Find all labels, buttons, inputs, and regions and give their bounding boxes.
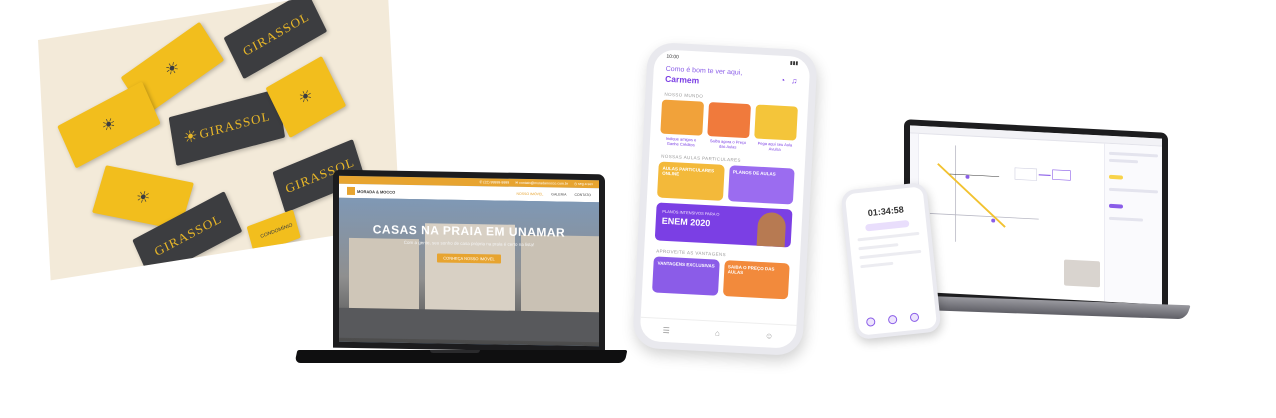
list-line	[859, 249, 922, 260]
sun-icon: ☀	[161, 56, 184, 81]
panel-line	[1109, 158, 1139, 164]
home-icon[interactable]: ⌂	[715, 329, 720, 338]
hero-image	[339, 197, 599, 347]
header-icons[interactable]: ◔ ♫	[780, 76, 800, 86]
tile-image	[660, 99, 705, 136]
bottom-nav: ☰ ⌂ ☺	[639, 316, 797, 349]
nav-dot-icon[interactable]	[887, 314, 898, 325]
list-line	[858, 243, 899, 251]
hero-subtitle: Com a gente, seu sonho de casa própria n…	[403, 239, 535, 248]
color-chip[interactable]	[1109, 174, 1123, 180]
promo-tile[interactable]: Indique amigos e Ganhe Créditos	[660, 99, 705, 148]
prices-card[interactable]: SAIBA O PREÇO DAS AULAS	[722, 260, 790, 300]
list-line	[860, 261, 894, 269]
enem-banner[interactable]: PLANOS INTENSIVOS PARA O ENEM 2020	[654, 202, 793, 248]
big-tile-row: AULAS PARTICULARES ONLINE PLANOS DE AULA…	[647, 161, 805, 205]
online-classes-card[interactable]: AULAS PARTICULARES ONLINE	[656, 161, 725, 201]
tile-image	[754, 104, 798, 141]
building-icon	[347, 186, 355, 196]
laptop-notch	[430, 350, 480, 353]
status-pill	[865, 219, 910, 232]
math-app-screen	[910, 125, 1162, 305]
student-photo	[756, 211, 787, 248]
brand-name: GIRASSOL	[198, 108, 272, 142]
panel-line	[1109, 151, 1158, 158]
list-line	[857, 231, 920, 242]
website-screen: ✆ (22) 99999-9999 ✉ contato@moradamocco.…	[339, 175, 599, 347]
street	[339, 307, 599, 343]
panel-line	[1109, 216, 1144, 222]
nav-item-contato[interactable]: CONTATO	[574, 193, 591, 197]
nav-item-galeria[interactable]: GALERIA	[551, 192, 566, 196]
tile-image	[707, 102, 751, 139]
sun-icon: ☀	[181, 125, 200, 148]
site-logo[interactable]: MORADA & MOCCO	[347, 186, 396, 196]
advantages-row: VANTAGENS EXCLUSIVAS SAIBA O PREÇO DAS A…	[642, 256, 800, 300]
promo-tile[interactable]: Pega aqui seu Aula Avulsa	[754, 104, 798, 152]
site-menu: NOSSO IMÓVEL GALERIA CONTATO	[516, 192, 591, 197]
sun-icon: ☀	[133, 186, 153, 208]
promo-tile[interactable]: Saiba agora o Preço das Aulas	[707, 102, 751, 150]
small-phone-screen: 01:34:58	[844, 186, 938, 336]
laptop-website-mockup: ✆ (22) 99999-9999 ✉ contato@moradamocco.…	[333, 169, 605, 353]
phone-screen: 10:00 ▮▮▮ Como é bom te ver aqui, Carmem…	[639, 49, 811, 349]
session-timer: 01:34:58	[867, 204, 905, 219]
menu-icon[interactable]: ☰	[662, 326, 670, 335]
sun-icon: ☀	[295, 84, 317, 109]
video-call-tile[interactable]	[1064, 259, 1100, 288]
portfolio-mockups: ☀ GIRASSOL ☀ ☀ GIRASSOL ☀ ☀ GIRASSOL GIR…	[0, 0, 1276, 418]
business-card: ☀	[57, 81, 161, 169]
topbar-email: ✉ contato@moradamocco.com.br	[515, 180, 568, 186]
properties-panel	[1104, 143, 1162, 305]
phone-app-mockup: 10:00 ▮▮▮ Como é bom te ver aqui, Carmem…	[632, 41, 818, 357]
nav-item-imovel[interactable]: NOSSO IMÓVEL	[516, 192, 543, 196]
logo-text: MORADA & MOCCO	[357, 188, 396, 195]
color-chip[interactable]	[1109, 203, 1123, 209]
small-phone-mockup: 01:34:58	[840, 181, 942, 341]
signal-icon: ▮▮▮	[789, 60, 799, 67]
business-card: CONDOMÍNIO	[246, 209, 301, 255]
tile-row: Indique amigos e Ganhe Créditos Saiba ag…	[650, 99, 808, 153]
business-card-front: ☀ GIRASSOL	[168, 88, 286, 167]
hero-cta-button[interactable]: CONHEÇA NOSSO IMÓVEL	[437, 253, 501, 264]
profile-icon[interactable]: ☺	[765, 331, 774, 340]
panel-line	[1109, 187, 1158, 194]
nav-dot-icon[interactable]	[865, 317, 876, 327]
class-plans-card[interactable]: PLANOS DE AULAS	[727, 165, 795, 205]
topbar-phone: ✆ (22) 99999-9999	[479, 180, 510, 185]
status-time: 10:00	[666, 53, 680, 61]
laptop-math-app-mockup	[904, 119, 1168, 311]
nav-dot-icon[interactable]	[909, 312, 920, 323]
sun-icon: ☀	[98, 112, 120, 137]
advantages-card[interactable]: VANTAGENS EXCLUSIVAS	[652, 256, 720, 296]
topbar-hours: ◷ seg a sex	[573, 181, 593, 187]
hero-text: CASAS NA PRAIA EM UNAMAR Com a gente, se…	[339, 222, 599, 268]
